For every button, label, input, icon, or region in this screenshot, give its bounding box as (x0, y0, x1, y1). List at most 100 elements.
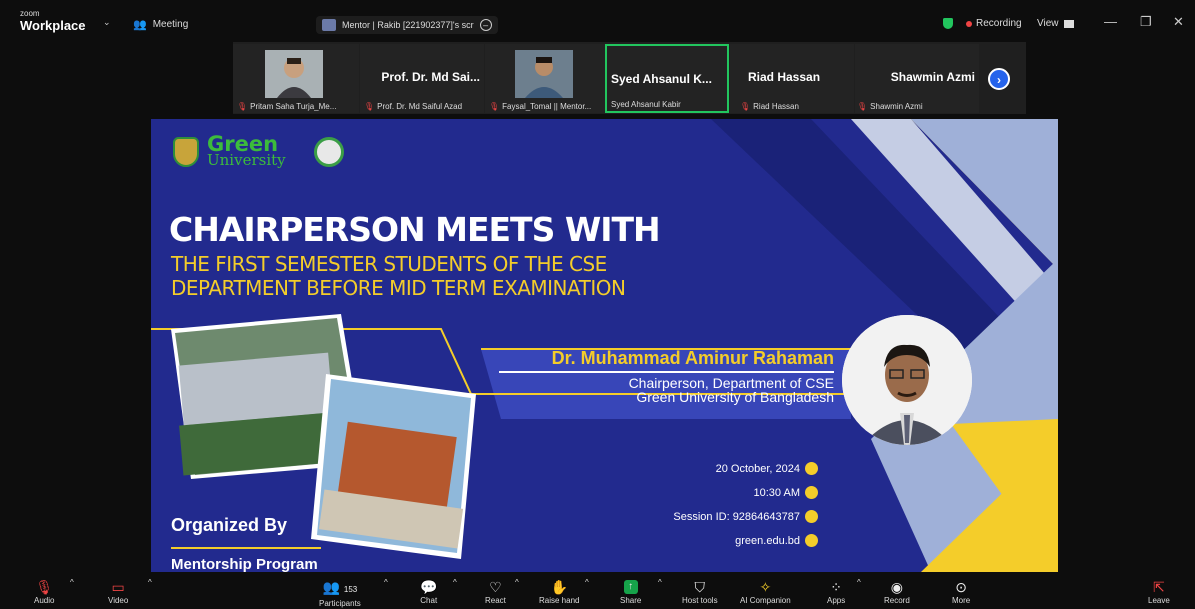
zoom-workplace-logo[interactable]: zoom Workplace (20, 9, 86, 32)
audio-button[interactable]: 🎙 Audio (34, 578, 54, 605)
raise-hand-options-caret[interactable]: ^ (585, 578, 589, 587)
people-icon: 👥 (133, 19, 147, 31)
green-university-logo: Green University (173, 132, 344, 169)
share-options-icon[interactable]: – (479, 19, 492, 31)
meeting-info-button[interactable]: 👥 Meeting (133, 18, 188, 31)
react-options-caret[interactable]: ^ (515, 578, 519, 587)
participant-display-name: Shawmin Azmi (890, 70, 975, 84)
record-button[interactable]: ◉ Record (884, 578, 910, 605)
audio-options-caret[interactable]: ^ (70, 578, 74, 587)
participant-display-name: Syed Ahsanul K... (611, 72, 712, 86)
participant-name: Syed Ahsanul Kabir (611, 100, 681, 109)
mic-muted-icon: 🎙 (740, 102, 751, 111)
participants-button[interactable]: 👥 153 Participants (319, 578, 361, 608)
record-icon: ◉ (890, 579, 903, 595)
share-label: Mentor | Rakib [221902377]'s scr (342, 20, 474, 30)
video-options-caret[interactable]: ^ (148, 578, 152, 587)
website: green.edu.bd (735, 534, 818, 547)
mic-muted-icon: 🎙 (489, 102, 500, 111)
next-participants-button[interactable]: › (988, 68, 1010, 90)
mic-muted-icon: 🎙 (237, 102, 248, 111)
share-screen-icon: ↑ (623, 580, 638, 594)
mic-muted-icon: 🎙 (364, 102, 375, 111)
sparkle-icon: ✧ (759, 579, 772, 595)
minimize-button[interactable]: — (1104, 14, 1117, 29)
slide-title: CHAIRPERSON MEETS WITH (169, 210, 661, 249)
participant-name: 🎙 Shawmin Azmi (857, 102, 923, 111)
grid-view-icon (1063, 19, 1074, 28)
sharer-avatar-icon (322, 19, 336, 31)
participant-tile-active-speaker[interactable]: Syed Ahsanul K... Syed Ahsanul Kabir (605, 44, 729, 113)
university-crest-icon (173, 137, 199, 167)
slide-subtitle: THE FIRST SEMESTER STUDENTS OF THE CSE D… (171, 252, 626, 300)
department-seal-icon (313, 137, 344, 167)
participant-tile[interactable]: 🎙 Faysal_Tomal || Mentor... (485, 44, 605, 113)
video-off-icon: ▭ (111, 579, 125, 595)
speaker-role: Chairperson, Department of CSE (628, 375, 834, 391)
share-options-caret[interactable]: ^ (658, 578, 662, 587)
meeting-toolbar: 🎙 Audio ^ ▭ Video ^ 👥 153 Participants ^ 💬 C… (0, 575, 1195, 609)
chevron-right-icon: › (997, 73, 1001, 87)
restore-button[interactable]: ❐ (1140, 14, 1152, 30)
share-button[interactable]: ↑ Share (620, 578, 641, 605)
participant-name: 🎙 Faysal_Tomal || Mentor... (489, 102, 592, 111)
video-button[interactable]: ▭ Video (108, 578, 128, 605)
chat-button[interactable]: 💬 Chat (420, 578, 437, 605)
recording-label: Recording (976, 18, 1022, 29)
host-tools-button[interactable]: ⛉ Host tools (682, 578, 718, 605)
speaker-name: Dr. Muhammad Aminur Rahaman (551, 348, 834, 368)
heart-icon: ♡ (489, 579, 502, 595)
participant-tile[interactable]: 🎙 Pritam Saha Turja_Me... (233, 44, 359, 113)
organizer-name: Mentorship Program (171, 556, 318, 572)
participant-tile[interactable]: Prof. Dr. Md Sai... 🎙 Prof. Dr. Md Saiful… (360, 44, 484, 113)
logo-word-university: University (207, 151, 286, 169)
react-button[interactable]: ♡ React (485, 578, 506, 605)
participants-options-caret[interactable]: ^ (384, 578, 388, 587)
divider (171, 547, 321, 549)
more-button[interactable]: ⊙ More (952, 578, 970, 605)
close-button[interactable]: ✕ (1173, 14, 1184, 30)
chevron-down-icon[interactable]: ⌄ (103, 17, 111, 28)
encryption-shield-icon[interactable] (943, 18, 953, 29)
chat-icon: 💬 (420, 579, 438, 595)
leave-button[interactable]: ⇱ Leave (1148, 578, 1170, 605)
clock-icon (805, 486, 818, 499)
more-icon: ⊙ (955, 579, 967, 595)
screen-share-indicator[interactable]: Mentor | Rakib [221902377]'s scr – (316, 16, 498, 34)
view-button[interactable]: View (1037, 18, 1074, 29)
participant-display-name: Riad Hassan (748, 70, 821, 84)
hand-icon: ✋ (550, 579, 568, 595)
chat-options-caret[interactable]: ^ (453, 578, 457, 587)
zoom-meeting-window: zoom Workplace ⌄ 👥 Meeting Mentor | Raki… (0, 0, 1195, 609)
globe-icon (805, 534, 818, 547)
speaker-block: Dr. Muhammad Aminur Rahaman Chairperson,… (499, 348, 834, 404)
calendar-icon (805, 462, 818, 475)
participant-tile[interactable]: Riad Hassan 🎙 Riad Hassan (730, 44, 854, 113)
participant-tile[interactable]: Shawmin Azmi 🎙 Shawmin Azmi (855, 44, 979, 113)
participant-name: 🎙 Prof. Dr. Md Saiful Azad (364, 102, 463, 111)
participant-name: 🎙 Pritam Saha Turja_Me... (237, 102, 337, 111)
participant-video (265, 50, 323, 98)
recording-dot-icon (966, 20, 972, 27)
apps-button[interactable]: ⁘ Apps (827, 578, 845, 605)
mic-muted-icon: 🎙 (857, 102, 868, 111)
participants-icon: 👥 153 (322, 579, 358, 595)
shield-icon: ⛉ (694, 579, 706, 595)
mic-muted-icon: 🎙 (35, 579, 54, 595)
subtitle-line-2: DEPARTMENT BEFORE MID TERM EXAMINATION (171, 276, 626, 300)
event-date: 20 October, 2024 (716, 462, 818, 475)
apps-options-caret[interactable]: ^ (857, 578, 861, 587)
meeting-label: Meeting (152, 19, 189, 30)
session-id: Session ID: 92864643787 (673, 510, 818, 523)
speaker-photo (842, 315, 972, 445)
event-time: 10:30 AM (754, 486, 818, 499)
participant-strip: 🎙 Pritam Saha Turja_Me... Prof. Dr. Md Sa… (233, 42, 1026, 114)
ai-companion-button[interactable]: ✧ AI Companion (740, 578, 791, 605)
divider (499, 371, 834, 373)
raise-hand-button[interactable]: ✋ Raise hand (539, 578, 579, 605)
participant-display-name: Prof. Dr. Md Sai... (381, 70, 480, 84)
zoom-session-icon (805, 510, 818, 523)
logo-word-green: Green (207, 132, 279, 156)
recording-indicator[interactable]: Recording (966, 18, 1022, 29)
participant-video (515, 50, 573, 98)
